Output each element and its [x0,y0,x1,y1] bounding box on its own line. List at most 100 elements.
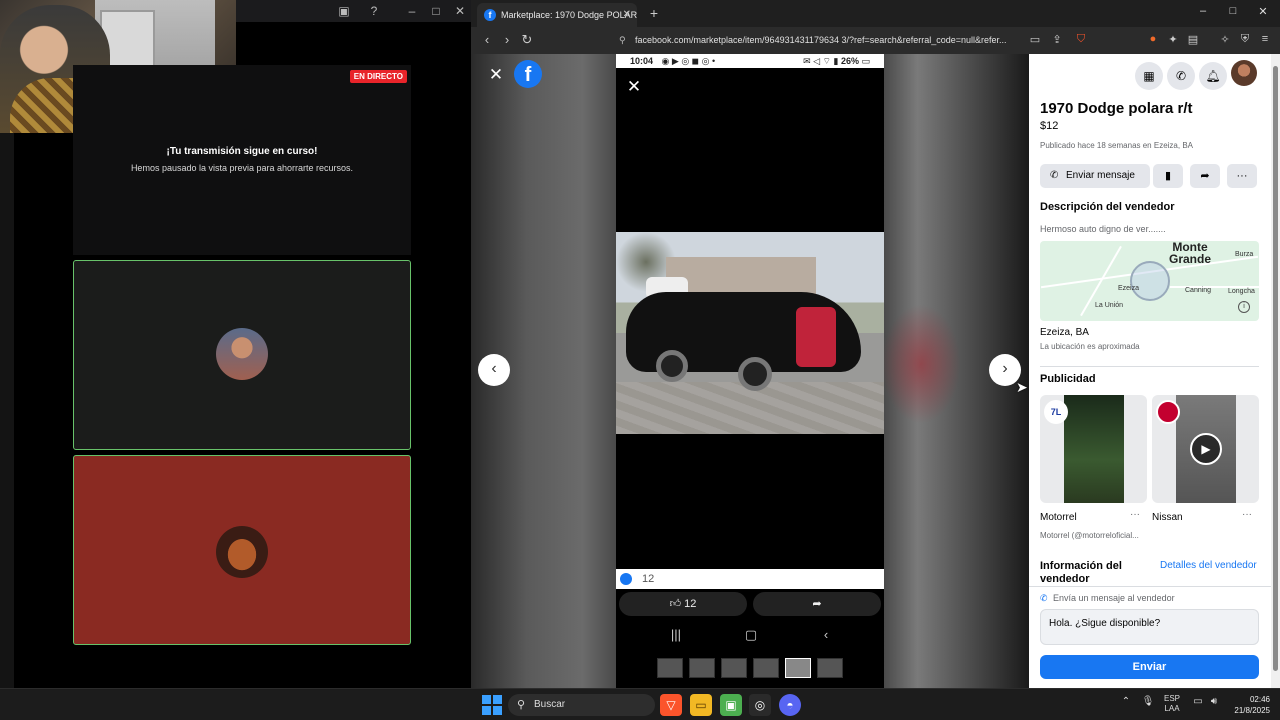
start-button[interactable] [482,695,502,715]
notifications-icon[interactable]: 🔔︎ [1199,62,1227,90]
clock-date: 21/8/2025 [1234,706,1270,715]
share-icon[interactable]: ⇪ [1049,33,1065,46]
browser-tab[interactable]: f Marketplace: 1970 Dodge POLAR ✕ [477,3,637,27]
phone-share-button: ➦ [753,592,881,616]
back-icon[interactable]: ‹ [479,32,495,48]
motorrel-logo-icon: 7L [1044,400,1068,424]
file-explorer-icon[interactable]: ▭ [690,694,712,716]
brave-browser-icon[interactable]: ▽ [660,694,682,716]
vpn-icon[interactable]: ⛨ [1237,33,1253,46]
tray-overflow-icon[interactable]: ⌃ [1118,696,1134,707]
minimize-icon[interactable]: – [404,3,420,19]
facebook-logo-icon[interactable]: f [514,60,542,88]
save-button[interactable]: ▮ [1153,164,1183,188]
menu-grid-icon[interactable]: ▦ [1135,62,1163,90]
help-icon[interactable]: ? [366,3,382,19]
screen-icon[interactable]: ▣ [336,3,352,19]
search-label: Buscar [534,699,566,710]
ad-image [1064,395,1124,503]
ad-sub: Motorrel (@motorreloficial... [1040,531,1139,540]
minecraft-icon[interactable]: ▣ [720,694,742,716]
forward-icon[interactable]: › [499,32,515,48]
description-text: Hermoso auto digno de ver....... [1040,224,1166,234]
close-icon[interactable]: ✕ [452,3,468,19]
site-info-icon[interactable]: ⚲ [619,30,626,51]
photo-thumbnail-active[interactable] [785,658,811,678]
messenger-icon: ✆ [1040,593,1048,603]
participant-avatar [216,526,268,578]
phone-recents-icon: ||| [670,627,682,642]
message-input[interactable]: Hola. ¿Sigue disponible? [1040,609,1259,645]
reload-icon[interactable]: ↻ [519,32,535,48]
share-button[interactable]: ➦ [1190,164,1220,188]
messenger-icon[interactable]: ✆ [1167,62,1195,90]
previous-photo-button[interactable]: ‹ [478,354,510,386]
play-icon[interactable]: ▶ [1190,433,1222,465]
stream-preview-panel: EN DIRECTO ¡Tu transmisión sigue en curs… [73,65,411,255]
ad-card-motorrel[interactable]: 7L [1040,395,1147,503]
phone-notification-icons: ◉ ▶ ◎ ◼ ◎ • [661,56,716,66]
like-icon [620,573,632,585]
photo-thumbnail[interactable] [753,658,779,678]
photo-viewer: ✕ f 10:04 ◉ ▶ ◎ ◼ ◎ • ✉ ◁ ⌔ ▮ 26% ▭ ✕ 12… [471,54,1029,688]
description-header: Descripción del vendedor [1040,201,1175,213]
address-bar[interactable]: ⚲ facebook.com/marketplace/item/96493143… [611,30,1031,51]
new-tab-icon[interactable]: + [645,4,663,22]
microphone-icon[interactable]: 🎙︎ [1140,696,1156,707]
map-label-canning: Canning [1185,287,1212,294]
send-message-label: Enviar mensaje [1066,170,1135,181]
photo-thumbnails [657,658,847,678]
close-viewer-icon[interactable]: ✕ [486,65,506,85]
taskbar-search[interactable]: ⚲ Buscar [508,694,655,716]
phone-time: 10:04 [630,56,654,66]
cast-icon[interactable]: ▭ [1027,33,1043,46]
more-options-button[interactable]: ··· [1227,164,1257,188]
ad-more-icon[interactable]: ··· [1127,509,1143,520]
menu-icon[interactable]: ≡ [1257,33,1273,45]
phone-close-icon: ✕ [626,77,642,96]
participant-tile[interactable] [73,455,411,645]
participant-tile[interactable] [73,260,411,450]
maximize-icon[interactable]: □ [1225,5,1241,17]
extension-icon[interactable]: ● [1145,33,1161,45]
photo-thumbnail[interactable] [657,658,683,678]
send-message-box: ✆ Envía un mensaje al vendedor Hola. ¿Si… [1029,586,1271,688]
ad-more-icon[interactable]: ··· [1239,509,1255,520]
ad-name: Nissan [1152,512,1183,523]
brave-shield-icon[interactable]: ⛉ [1073,33,1089,46]
extensions-icon[interactable]: ✦ [1165,33,1181,46]
phone-status-bar: 10:04 ◉ ▶ ◎ ◼ ◎ • ✉ ◁ ⌔ ▮ 26% ▭ [616,54,884,68]
send-button[interactable]: Enviar [1040,655,1259,679]
maximize-icon[interactable]: □ [428,3,444,19]
profile-avatar[interactable] [1231,60,1257,86]
streaming-app-titlebar: ▣ ? – □ ✕ [236,0,471,22]
location-map[interactable]: Monte Grande Burza Ezeiza Canning La Uni… [1040,241,1259,321]
photo-thumbnail[interactable] [689,658,715,678]
location-note: La ubicación es aproximada [1040,342,1140,351]
discord-icon[interactable]: ◓ [779,694,801,716]
leo-icon[interactable]: ✧ [1217,33,1233,46]
photo-thumbnail[interactable] [721,658,747,678]
seller-details-link[interactable]: Detalles del vendedor [1160,560,1257,571]
url-text: facebook.com/marketplace/item/9649314311… [635,35,1007,45]
tab-close-icon[interactable]: ✕ [623,3,631,27]
tab-title: Marketplace: 1970 Dodge POLAR [501,10,637,20]
network-icon[interactable]: ▭ [1190,696,1206,707]
volume-icon[interactable]: 🔊︎ [1206,696,1222,707]
browser-toolbar: ‹ › ↻ ⚲ facebook.com/marketplace/item/96… [471,27,1280,54]
system-clock[interactable]: 02:46 21/8/2025 [1222,694,1270,716]
sidebar-icon[interactable]: ▤ [1185,33,1201,46]
listing-sidebar: ▦ ✆ 🔔︎ 1970 Dodge polara r/t $12 Publica… [1029,54,1271,688]
minimize-icon[interactable]: – [1195,5,1211,17]
ad-card-nissan[interactable]: ▶ [1152,395,1259,503]
map-info-icon[interactable]: i [1238,301,1250,313]
sidebar-scrollbar[interactable] [1271,54,1280,688]
map-label-burzaco: Burza [1235,251,1254,258]
photo-thumbnail[interactable] [817,658,843,678]
stream-paused-title: ¡Tu transmisión sigue en curso! [166,146,318,157]
send-message-button[interactable]: ✆ Enviar mensaje [1040,164,1150,188]
streaming-app-icon[interactable]: ◎ [749,694,771,716]
streaming-app-window: ▣ ? – □ ✕ EN DIRECTO ¡Tu transmisión sig… [0,0,471,688]
language-indicator[interactable]: ESP LAA [1160,694,1184,714]
close-icon[interactable]: ✕ [1255,5,1271,18]
